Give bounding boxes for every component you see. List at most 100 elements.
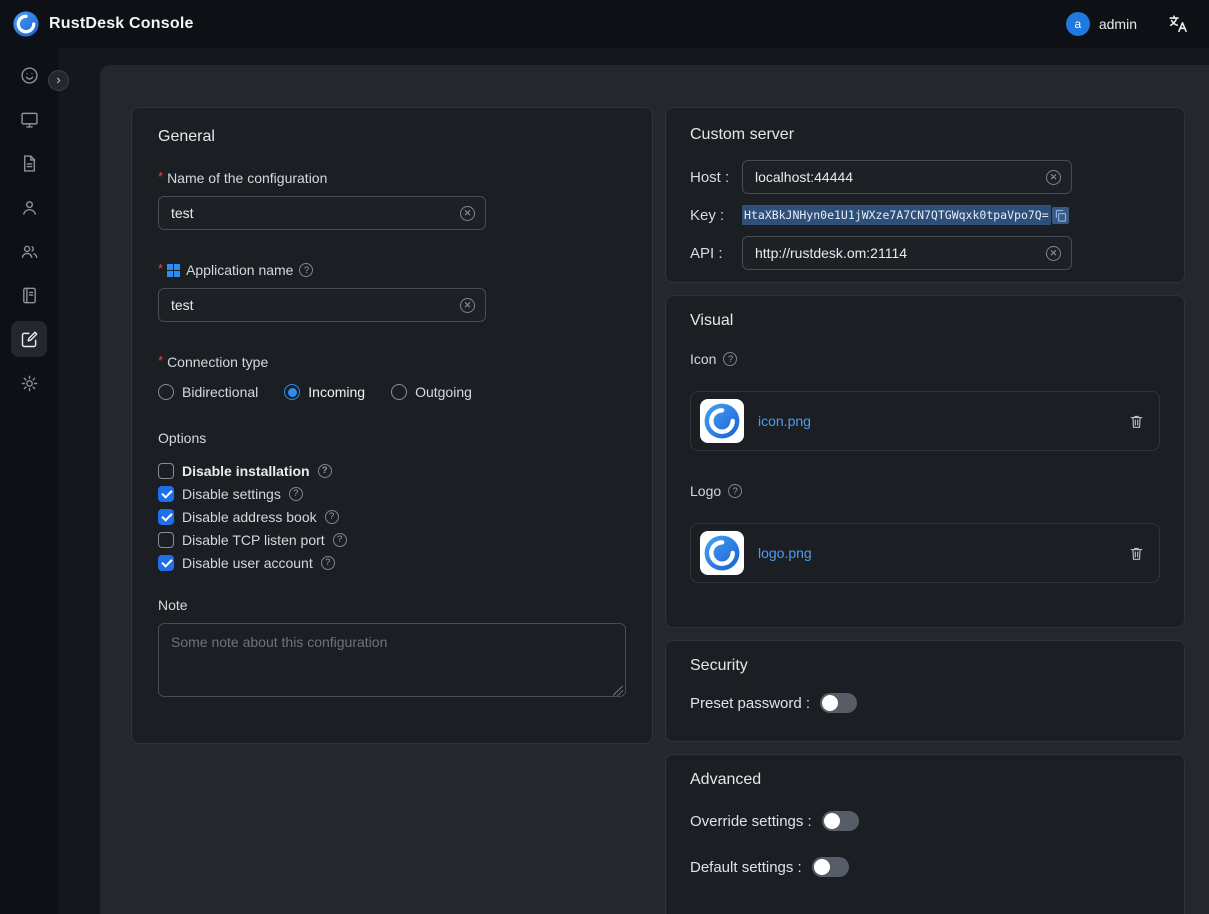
help-icon[interactable]: ? bbox=[299, 263, 313, 277]
option-disable-settings: Disable settings ? bbox=[158, 485, 626, 502]
help-icon[interactable]: ? bbox=[325, 510, 339, 524]
clear-icon[interactable]: ✕ bbox=[460, 206, 475, 221]
checkbox-label: Disable user account bbox=[182, 555, 313, 571]
api-label: API : bbox=[690, 245, 742, 262]
override-settings-toggle[interactable] bbox=[822, 811, 859, 831]
username[interactable]: admin bbox=[1099, 16, 1137, 32]
help-icon[interactable]: ? bbox=[318, 464, 332, 478]
sidebar-expand-button[interactable]: › bbox=[48, 70, 69, 91]
user-icon bbox=[19, 197, 40, 218]
option-disable-installation: Disable installation ? bbox=[158, 462, 626, 479]
icon-thumbnail bbox=[700, 399, 744, 443]
options-label: Options bbox=[158, 430, 626, 446]
checkbox[interactable] bbox=[158, 555, 174, 571]
help-icon[interactable]: ? bbox=[728, 484, 742, 498]
icon-label-text: Icon bbox=[690, 351, 716, 367]
avatar[interactable]: a bbox=[1066, 12, 1090, 36]
preset-password-toggle[interactable] bbox=[820, 693, 857, 713]
sidebar-item-custom-clients[interactable] bbox=[11, 321, 47, 357]
default-settings-label: Default settings : bbox=[690, 859, 802, 876]
sidebar-item-users[interactable] bbox=[11, 189, 47, 225]
checkbox-label: Disable TCP listen port bbox=[182, 532, 325, 548]
connection-type-label-text: Connection type bbox=[167, 354, 268, 370]
security-title: Security bbox=[690, 657, 1160, 675]
logo-file-link[interactable]: logo.png bbox=[758, 545, 812, 561]
app-header: RustDesk Console a admin bbox=[0, 0, 1209, 48]
visual-title: Visual bbox=[690, 312, 1160, 330]
checkbox-label: Disable address book bbox=[182, 509, 317, 525]
override-settings-row: Override settings : bbox=[690, 811, 1160, 831]
clear-icon[interactable]: ✕ bbox=[460, 298, 475, 313]
sidebar-item-overview[interactable] bbox=[11, 57, 47, 93]
radio-bidirectional[interactable]: Bidirectional bbox=[158, 384, 258, 400]
logo-file-box: logo.png bbox=[690, 523, 1160, 583]
name-config-input-wrap: ✕ bbox=[158, 196, 486, 230]
host-input-wrap: ✕ bbox=[742, 160, 1072, 194]
app-title: RustDesk Console bbox=[49, 15, 194, 33]
radio-icon bbox=[284, 384, 300, 400]
host-input[interactable] bbox=[755, 169, 1038, 185]
name-config-input[interactable] bbox=[171, 205, 452, 221]
rustdesk-logo-icon bbox=[704, 535, 740, 571]
default-settings-toggle[interactable] bbox=[812, 857, 849, 877]
sidebar-item-devices[interactable] bbox=[11, 101, 47, 137]
icon-label: Icon ? bbox=[690, 351, 1160, 367]
required-marker: * bbox=[158, 353, 163, 368]
icon-file-link[interactable]: icon.png bbox=[758, 413, 811, 429]
name-config-label-text: Name of the configuration bbox=[167, 170, 327, 186]
sidebar-item-settings[interactable] bbox=[11, 365, 47, 401]
custom-server-title: Custom server bbox=[690, 126, 1160, 144]
checkbox[interactable] bbox=[158, 509, 174, 525]
radio-incoming[interactable]: Incoming bbox=[284, 384, 365, 400]
translate-icon[interactable] bbox=[1167, 13, 1189, 35]
host-label: Host : bbox=[690, 169, 742, 186]
clear-icon[interactable]: ✕ bbox=[1046, 170, 1061, 185]
host-row: Host : ✕ bbox=[690, 160, 1160, 194]
checkbox[interactable] bbox=[158, 463, 174, 479]
help-icon[interactable]: ? bbox=[723, 352, 737, 366]
custom-server-card: Custom server Host : ✕ Key : HtaXBkJNHyn… bbox=[665, 107, 1185, 283]
monitor-icon bbox=[19, 109, 40, 130]
clear-icon[interactable]: ✕ bbox=[1046, 246, 1061, 261]
radio-icon bbox=[158, 384, 174, 400]
main-panel: General * Name of the configuration ✕ * … bbox=[100, 65, 1209, 914]
api-input[interactable] bbox=[755, 245, 1038, 261]
document-icon bbox=[19, 153, 40, 174]
default-settings-row: Default settings : bbox=[690, 857, 1160, 877]
trash-icon[interactable] bbox=[1128, 544, 1145, 563]
logo-thumbnail bbox=[700, 531, 744, 575]
radio-label: Incoming bbox=[308, 384, 365, 400]
application-name-label: * Application name ? bbox=[158, 262, 626, 278]
option-disable-user-account: Disable user account ? bbox=[158, 554, 626, 571]
checkbox[interactable] bbox=[158, 486, 174, 502]
edit-icon bbox=[19, 329, 40, 350]
security-card: Security Preset password : bbox=[665, 640, 1185, 742]
sidebar-item-groups[interactable] bbox=[11, 233, 47, 269]
help-icon[interactable]: ? bbox=[333, 533, 347, 547]
advanced-card: Advanced Override settings : Default set… bbox=[665, 754, 1185, 914]
radio-outgoing[interactable]: Outgoing bbox=[391, 384, 472, 400]
key-value[interactable]: HtaXBkJNHyn0e1U1jWXze7A7CN7QTGWqxk0tpaVp… bbox=[742, 205, 1051, 225]
copy-icon[interactable] bbox=[1052, 207, 1069, 224]
note-wrap bbox=[158, 623, 626, 702]
rustdesk-logo-icon bbox=[704, 403, 740, 439]
application-name-input[interactable] bbox=[171, 297, 452, 313]
sidebar bbox=[0, 48, 58, 914]
help-icon[interactable]: ? bbox=[289, 487, 303, 501]
checkbox[interactable] bbox=[158, 532, 174, 548]
radio-icon bbox=[391, 384, 407, 400]
sidebar-item-logs[interactable] bbox=[11, 277, 47, 313]
sidebar-item-documents[interactable] bbox=[11, 145, 47, 181]
general-title: General bbox=[158, 128, 626, 146]
note-textarea[interactable] bbox=[158, 623, 626, 697]
note-label: Note bbox=[158, 597, 626, 613]
trash-icon[interactable] bbox=[1128, 412, 1145, 431]
gear-icon bbox=[19, 373, 40, 394]
windows-icon bbox=[167, 264, 180, 277]
override-settings-label: Override settings : bbox=[690, 813, 812, 830]
radio-label: Outgoing bbox=[415, 384, 472, 400]
checkbox-label: Disable installation bbox=[182, 463, 310, 479]
key-row: Key : HtaXBkJNHyn0e1U1jWXze7A7CN7QTGWqxk… bbox=[690, 205, 1160, 225]
help-icon[interactable]: ? bbox=[321, 556, 335, 570]
advanced-title: Advanced bbox=[690, 771, 1160, 789]
